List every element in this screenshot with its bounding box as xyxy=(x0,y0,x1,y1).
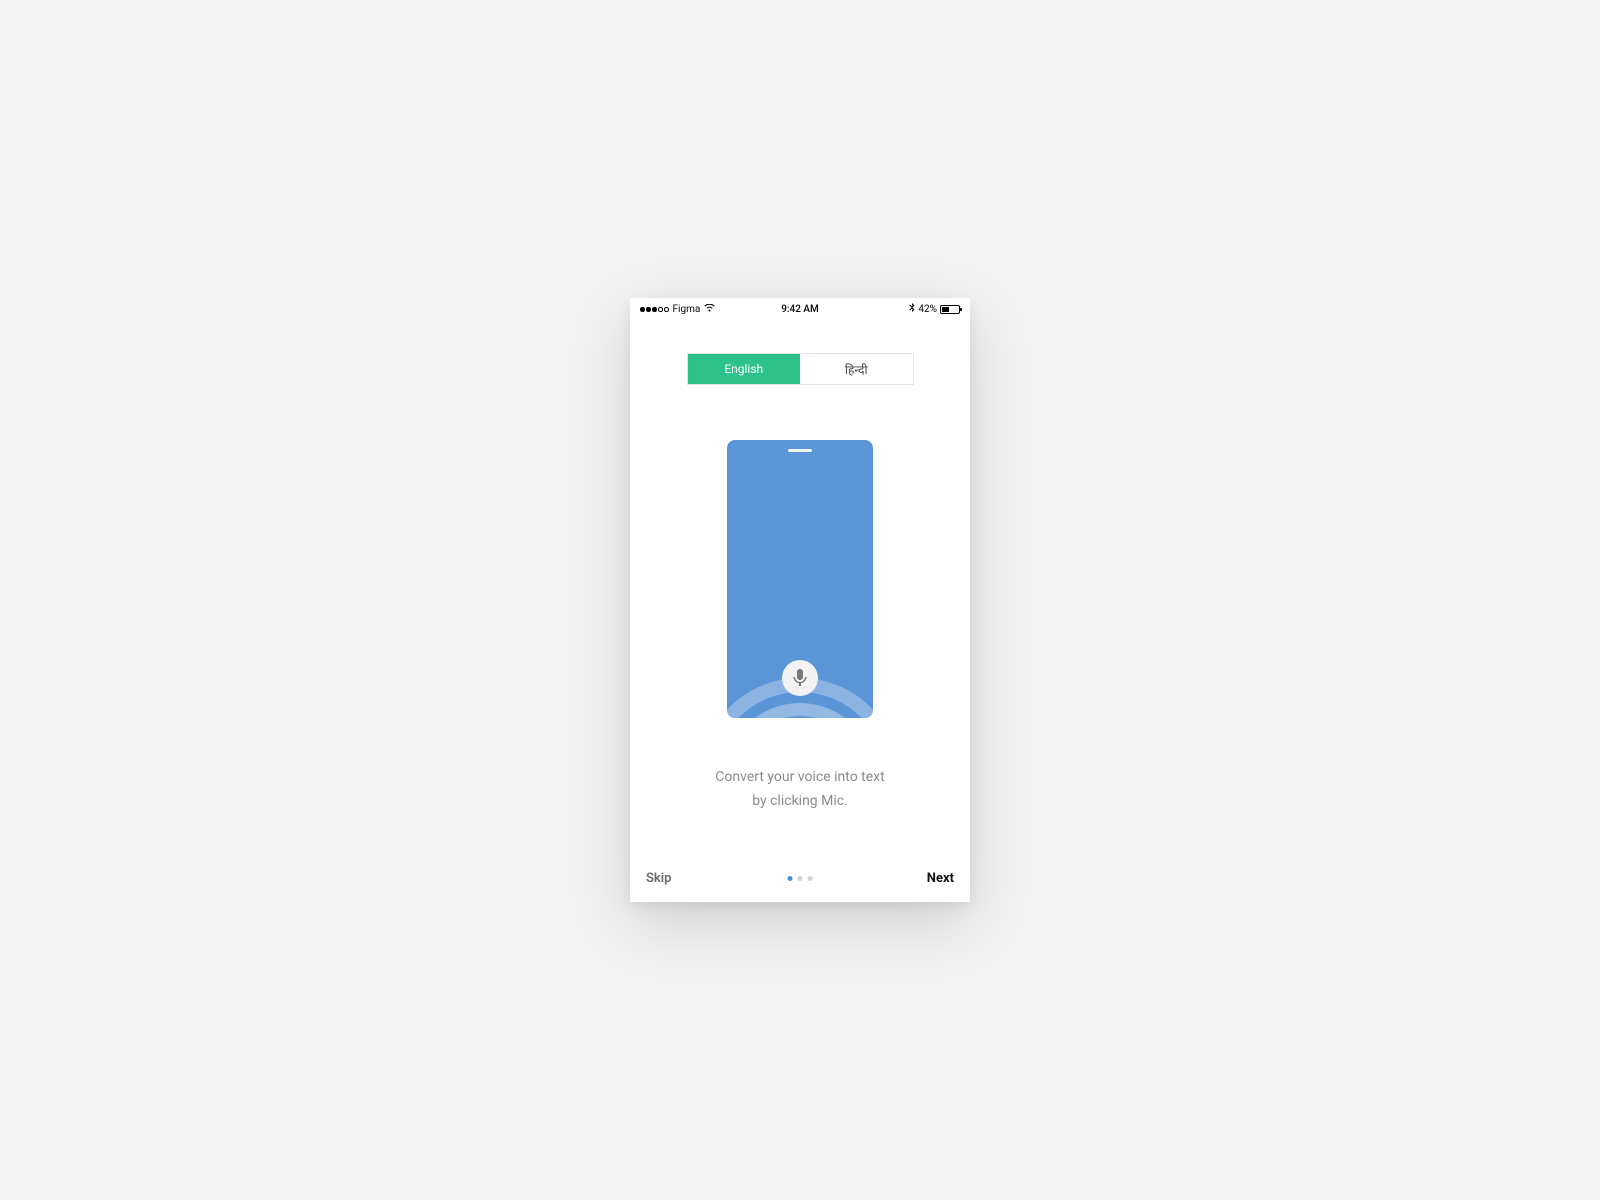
microphone-icon xyxy=(793,669,807,687)
next-button[interactable]: Next xyxy=(927,871,954,886)
status-right: 42% xyxy=(909,303,960,316)
carrier-label: Figma xyxy=(673,304,701,315)
signal-strength-icon xyxy=(640,307,669,312)
page-dot-1 xyxy=(788,876,793,881)
phone-speaker-icon xyxy=(788,449,812,452)
footer-nav: Skip Next xyxy=(630,854,970,902)
onboarding-caption: Convert your voice into text by clicking… xyxy=(630,766,970,814)
language-toggle: English हिन्दी xyxy=(687,353,914,385)
language-hindi-button[interactable]: हिन्दी xyxy=(800,354,913,384)
hero-illustration xyxy=(630,440,970,718)
phone-illustration xyxy=(727,440,873,718)
status-time: 9:42 AM xyxy=(781,304,819,315)
status-bar: Figma 9:42 AM 42% xyxy=(630,298,970,318)
wifi-icon xyxy=(704,304,715,315)
page-indicator xyxy=(788,876,813,881)
caption-line-1: Convert your voice into text xyxy=(670,766,930,790)
language-hindi-label: हिन्दी xyxy=(845,361,868,378)
onboarding-content: English हिन्दी xyxy=(630,318,970,854)
page-dot-3 xyxy=(808,876,813,881)
battery-icon xyxy=(940,305,960,314)
skip-button[interactable]: Skip xyxy=(646,871,672,886)
page-dot-2 xyxy=(798,876,803,881)
mic-button-icon xyxy=(782,660,818,696)
bluetooth-icon xyxy=(909,303,915,316)
status-left: Figma xyxy=(640,304,715,315)
device-frame: Figma 9:42 AM 42% English xyxy=(630,298,970,902)
caption-line-2: by clicking Mic. xyxy=(670,790,930,814)
language-english-label: English xyxy=(724,362,763,376)
battery-percentage: 42% xyxy=(918,304,937,315)
language-english-button[interactable]: English xyxy=(688,354,801,384)
